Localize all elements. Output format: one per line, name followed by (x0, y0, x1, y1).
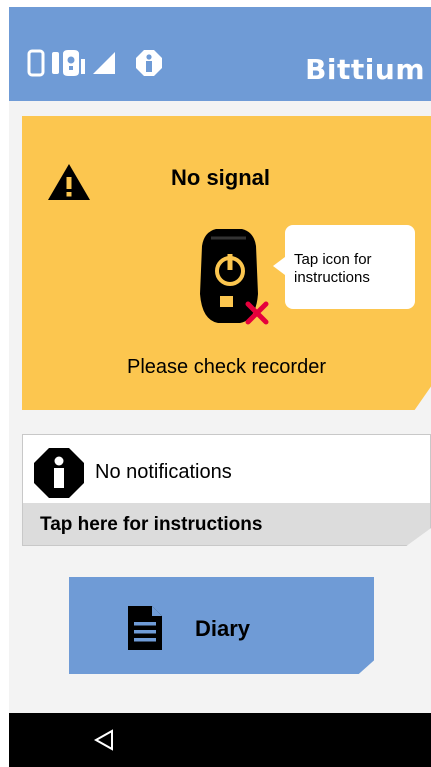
instructions-tooltip[interactable]: Tap icon for instructions (273, 225, 415, 309)
app-header: Bittium (9, 7, 431, 101)
document-icon (128, 606, 162, 650)
info-icon (34, 448, 84, 498)
signal-status-card[interactable]: No signal Tap icon for instructions Plea… (22, 116, 431, 410)
diary-button[interactable]: Diary (69, 577, 374, 674)
warning-icon (48, 164, 90, 200)
instructions-link[interactable]: Tap here for instructions (23, 503, 430, 545)
notifications-card[interactable]: No notifications Tap here for instructio… (22, 434, 431, 546)
info-icon[interactable] (135, 49, 163, 77)
tooltip-text: Tap icon for instructions (294, 251, 372, 286)
status-icons (27, 49, 163, 77)
main-content: No signal Tap icon for instructions Plea… (9, 101, 431, 713)
navigation-bar (9, 713, 431, 767)
signal-message: Please check recorder (127, 356, 326, 378)
recorder-no-signal-icon[interactable] (194, 224, 270, 332)
signal-title: No signal (171, 165, 271, 190)
phone-icon (27, 49, 45, 77)
notifications-text: No notifications (95, 461, 232, 483)
instructions-link-label: Tap here for instructions (40, 514, 263, 535)
recorder-status-icon (52, 50, 85, 76)
diary-label: Diary (195, 616, 251, 641)
brand-logo: Bittium (305, 53, 425, 86)
back-icon[interactable] (93, 729, 115, 751)
signal-strength-icon (93, 52, 115, 74)
